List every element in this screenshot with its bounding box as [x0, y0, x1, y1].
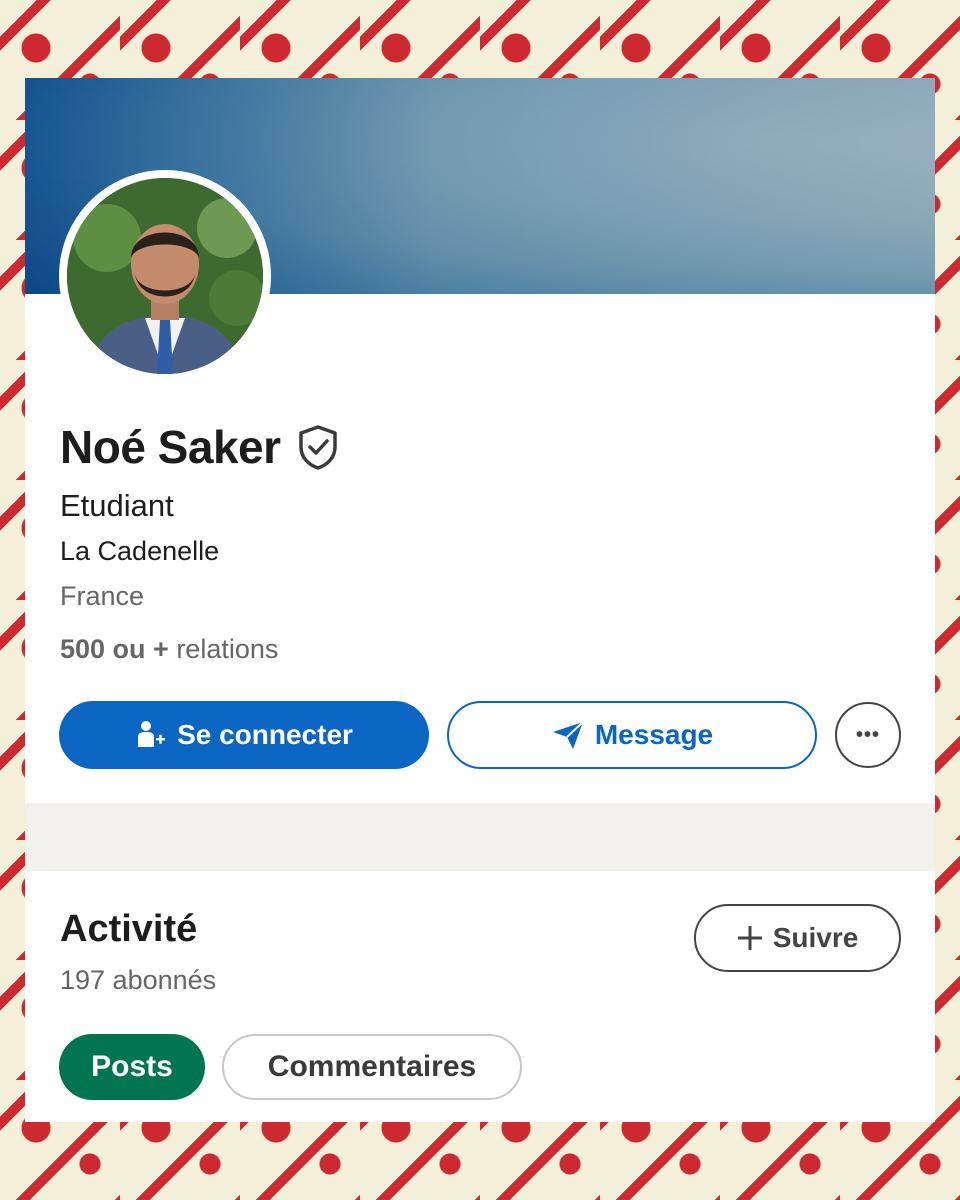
message-label: Message [594, 719, 714, 750]
name-row: Noé Saker [60, 420, 339, 474]
connect-label: Se connecter [177, 719, 353, 750]
tab-posts[interactable]: Posts [59, 1034, 205, 1100]
profile-location: France [60, 581, 145, 611]
section-divider [25, 803, 935, 871]
follow-label: Suivre [772, 922, 859, 953]
connect-button[interactable]: Se connecter [59, 701, 429, 769]
connections-label: relations [168, 634, 279, 664]
send-icon [552, 721, 584, 749]
avatar[interactable] [59, 170, 271, 382]
avatar-photo [67, 178, 263, 374]
connections-count: 500 ou + [60, 634, 169, 664]
add-person-icon [138, 721, 166, 747]
tab-commentaires[interactable]: Commentaires [222, 1034, 522, 1100]
more-dots-icon: ••• [855, 723, 880, 746]
profile-card: Noé Saker Etudiant La Cadenelle France 5… [25, 78, 935, 1122]
activity-title: Activité [60, 908, 198, 950]
message-button[interactable]: Message [447, 701, 817, 769]
profile-headline: Etudiant [60, 488, 174, 523]
person-photo-illustration [67, 178, 263, 374]
plus-icon [737, 926, 762, 950]
followers-count: 197 abonnés [60, 965, 217, 995]
follow-button[interactable]: Suivre [694, 904, 901, 972]
profile-name: Noé Saker [60, 421, 281, 473]
profile-company[interactable]: La Cadenelle [60, 536, 219, 567]
verified-shield-icon[interactable] [297, 424, 339, 470]
profile-connections[interactable]: 500 ou + relations [60, 634, 278, 665]
more-options-button[interactable]: ••• [835, 702, 901, 768]
